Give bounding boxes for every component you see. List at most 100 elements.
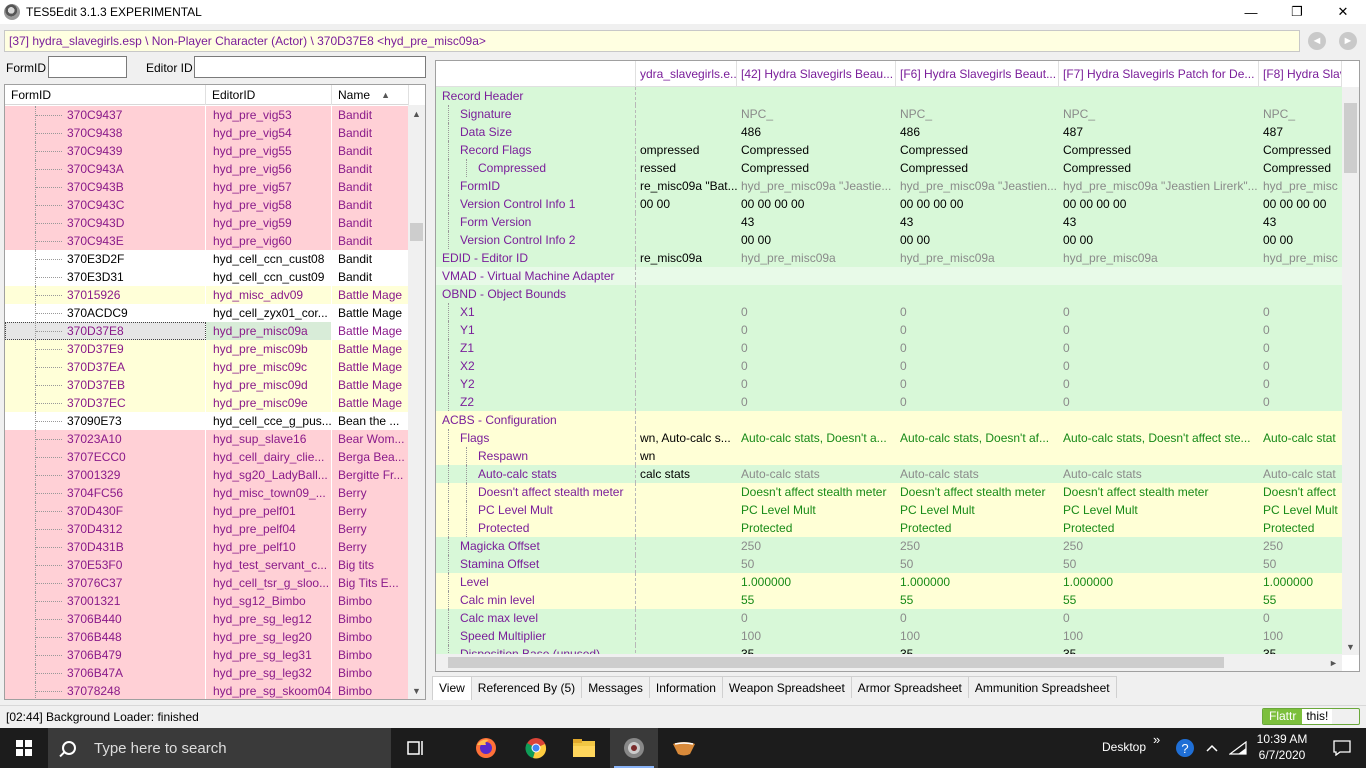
column-header-plugin-42[interactable]: [42] Hydra Slavegirls Beau... <box>737 61 896 87</box>
field-value[interactable] <box>1259 87 1342 105</box>
table-row[interactable]: 370C9437 hyd_pre_vig53 Bandit <box>5 106 409 124</box>
field-value[interactable]: 0 <box>1259 357 1342 375</box>
record-field-row[interactable]: Form Version 43 43 43 43 <box>436 213 1342 231</box>
restore-button[interactable]: ❐ <box>1274 0 1320 24</box>
field-value[interactable]: 55 <box>896 591 1059 609</box>
table-row[interactable]: 3707ECC0 hyd_cell_dairy_clie... Berga Bea.… <box>5 448 409 466</box>
record-field-row[interactable]: OBND - Object Bounds <box>436 285 1342 303</box>
field-value[interactable] <box>636 501 737 519</box>
field-value[interactable]: wn <box>636 447 737 465</box>
column-header-plugin-f8[interactable]: [F8] Hydra Slaveg <box>1259 61 1342 87</box>
field-value[interactable]: Protected <box>896 519 1059 537</box>
field-value[interactable]: 00 00 <box>1059 231 1259 249</box>
table-row[interactable]: 3706B479 hyd_pre_sg_leg31 Bimbo <box>5 646 409 664</box>
field-value[interactable] <box>636 213 737 231</box>
field-value[interactable]: 1.000000 <box>737 573 896 591</box>
record-field-row[interactable]: Compressed ressed Compressed Compressed Comp… <box>436 159 1342 177</box>
scrollbar-thumb[interactable] <box>1344 103 1357 173</box>
record-field-row[interactable]: FormID re_misc09a "Bat... hyd_pre_misc09a … <box>436 177 1342 195</box>
table-row[interactable]: 3706B440 hyd_pre_sg_leg12 Bimbo <box>5 610 409 628</box>
field-value[interactable]: 0 <box>896 609 1059 627</box>
field-value[interactable]: 43 <box>1059 213 1259 231</box>
field-value[interactable] <box>636 339 737 357</box>
field-value[interactable]: Auto-calc stats <box>896 465 1059 483</box>
field-value[interactable]: Protected <box>1259 519 1342 537</box>
field-value[interactable] <box>896 285 1059 303</box>
scroll-down-icon[interactable]: ▼ <box>1342 638 1359 655</box>
field-value[interactable]: Doesn't affect stealth meter <box>737 483 896 501</box>
table-row[interactable]: 370ACDC9 hyd_cell_zyx01_cor... Battle Mage <box>5 304 409 322</box>
field-value[interactable]: calc stats <box>636 465 737 483</box>
record-view-vscrollbar[interactable]: ▼ <box>1342 87 1359 655</box>
tab-messages[interactable]: Messages <box>581 676 650 698</box>
table-row[interactable]: 37076C37 hyd_cell_tsr_g_sloo... Big Tits E… <box>5 574 409 592</box>
field-value[interactable]: 00 00 00 00 <box>1059 195 1259 213</box>
table-row[interactable]: 370D4312 hyd_pre_pelf04 Berry <box>5 520 409 538</box>
field-value[interactable]: 0 <box>1259 321 1342 339</box>
field-value[interactable]: Doesn't affect <box>1259 483 1342 501</box>
record-field-row[interactable]: VMAD - Virtual Machine Adapter <box>436 267 1342 285</box>
field-value[interactable] <box>636 411 737 429</box>
field-value[interactable] <box>737 411 896 429</box>
field-value[interactable]: 50 <box>1259 555 1342 573</box>
field-value[interactable] <box>636 591 737 609</box>
field-value[interactable]: 00 00 00 00 <box>737 195 896 213</box>
field-value[interactable] <box>1059 447 1259 465</box>
field-value[interactable]: hyd_pre_misc09a "Jeastie... <box>737 177 896 195</box>
field-value[interactable]: 0 <box>737 321 896 339</box>
task-view-icon[interactable] <box>392 728 440 768</box>
field-value[interactable]: 00 00 <box>896 231 1059 249</box>
column-header-editorid[interactable]: EditorID <box>206 85 332 105</box>
table-row[interactable]: 370C943E hyd_pre_vig60 Bandit <box>5 232 409 250</box>
field-value[interactable]: 0 <box>737 303 896 321</box>
column-header-name[interactable]: Name ▲ <box>332 85 409 105</box>
app-bowl-icon[interactable] <box>660 728 708 768</box>
table-row[interactable]: 370E53F0 hyd_test_servant_c... Big tits <box>5 556 409 574</box>
field-value[interactable] <box>636 267 737 285</box>
desktop-toolbar-label[interactable]: Desktop <box>1102 740 1146 754</box>
field-value[interactable] <box>636 321 737 339</box>
table-row[interactable]: 370E3D2F hyd_cell_ccn_cust08 Bandit <box>5 250 409 268</box>
field-value[interactable] <box>636 609 737 627</box>
field-value[interactable]: 50 <box>737 555 896 573</box>
field-value[interactable] <box>737 447 896 465</box>
table-row[interactable]: 37001329 hyd_sg20_LadyBall... Bergitte Fr.… <box>5 466 409 484</box>
field-value[interactable]: 250 <box>737 537 896 555</box>
field-value[interactable]: 100 <box>896 627 1059 645</box>
field-value[interactable]: 43 <box>1259 213 1342 231</box>
toolbar-chevron-icon[interactable]: » <box>1153 732 1160 747</box>
field-value[interactable]: 487 <box>1059 123 1259 141</box>
record-field-row[interactable]: Signature NPC_ NPC_ NPC_ NPC_ <box>436 105 1342 123</box>
notifications-icon[interactable] <box>1318 728 1366 768</box>
scrollbar-thumb[interactable] <box>410 223 423 241</box>
record-field-row[interactable]: EDID - Editor ID re_misc09a hyd_pre_misc09… <box>436 249 1342 267</box>
field-value[interactable]: 00 00 <box>636 195 737 213</box>
start-button[interactable] <box>0 728 48 768</box>
file-explorer-icon[interactable] <box>560 728 608 768</box>
field-value[interactable] <box>636 285 737 303</box>
wifi-icon[interactable] <box>1226 728 1250 768</box>
field-value[interactable]: 1.000000 <box>1059 573 1259 591</box>
field-value[interactable]: 0 <box>737 393 896 411</box>
record-field-row[interactable]: Auto-calc stats calc stats Auto-calc stats… <box>436 465 1342 483</box>
back-arrow-icon[interactable]: ◄ <box>1308 32 1326 50</box>
field-value[interactable]: Compressed <box>1259 141 1342 159</box>
field-value[interactable]: Auto-calc stats, Doesn't a... <box>737 429 896 447</box>
record-view-hscrollbar[interactable]: ► <box>436 654 1342 671</box>
column-header-plugin-f7[interactable]: [F7] Hydra Slavegirls Patch for De... <box>1059 61 1259 87</box>
record-field-row[interactable]: X1 0 0 0 0 <box>436 303 1342 321</box>
field-value[interactable]: Auto-calc stats, Doesn't af... <box>896 429 1059 447</box>
field-value[interactable]: 0 <box>1059 321 1259 339</box>
field-value[interactable]: Auto-calc stats <box>737 465 896 483</box>
chrome-icon[interactable] <box>512 728 560 768</box>
table-row[interactable]: 37001321 hyd_sg12_Bimbo Bimbo <box>5 592 409 610</box>
field-value[interactable]: re_misc09a "Bat... <box>636 177 737 195</box>
field-value[interactable]: 0 <box>1259 339 1342 357</box>
field-value[interactable]: 250 <box>896 537 1059 555</box>
field-value[interactable]: 487 <box>1259 123 1342 141</box>
record-field-row[interactable]: Calc min level 55 55 55 55 <box>436 591 1342 609</box>
record-field-row[interactable]: Z1 0 0 0 0 <box>436 339 1342 357</box>
field-value[interactable] <box>636 537 737 555</box>
field-value[interactable]: Protected <box>737 519 896 537</box>
field-value[interactable] <box>636 483 737 501</box>
